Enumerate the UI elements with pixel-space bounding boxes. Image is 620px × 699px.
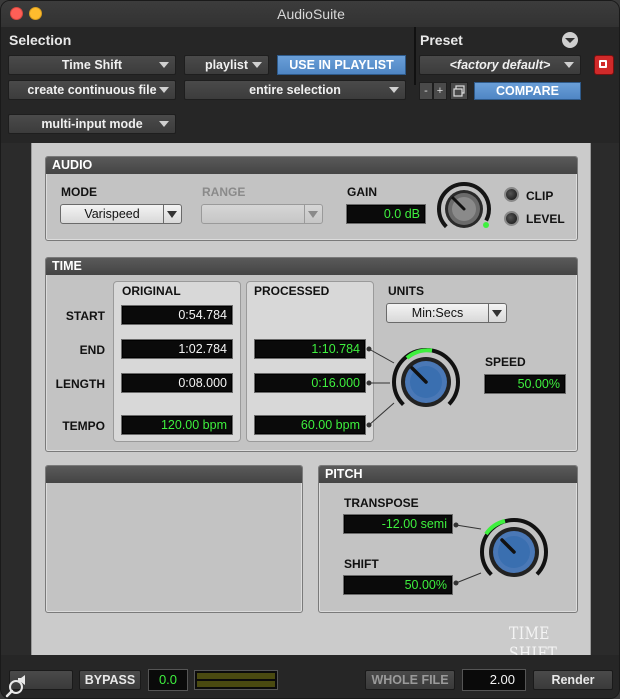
mode-dropdown[interactable]: Varispeed — [60, 204, 182, 224]
empty-group — [45, 465, 303, 613]
bypass-button[interactable]: BYPASS — [79, 670, 141, 690]
level-label: LEVEL — [526, 212, 565, 226]
processed-end-display[interactable]: 1:10.784 — [254, 339, 366, 359]
range-label: RANGE — [202, 185, 246, 199]
preset-menu-icon[interactable] — [562, 32, 578, 48]
units-value: Min:Secs — [411, 306, 464, 320]
chevron-down-icon — [159, 87, 169, 93]
tempo-label: TEMPO — [62, 419, 105, 433]
chevron-down-icon — [304, 205, 322, 223]
selection-mode-selector[interactable]: entire selection — [184, 80, 406, 100]
window-title: AudioSuite — [277, 6, 345, 22]
processed-label: PROCESSED — [254, 284, 330, 298]
shift-label: SHIFT — [344, 557, 379, 571]
chevron-down-icon — [163, 205, 181, 223]
length-label: LENGTH — [55, 377, 105, 391]
processed-length-display[interactable]: 0:16.000 — [254, 373, 366, 393]
empty-group-header — [46, 466, 302, 483]
start-label: START — [65, 309, 105, 323]
pitch-group-title: PITCH — [319, 466, 577, 483]
file-mode-selector[interactable]: create continuous file — [8, 80, 176, 100]
processed-tempo-display[interactable]: 60.00 bpm — [254, 415, 366, 435]
preset-label: Preset — [420, 32, 463, 48]
gain-knob[interactable] — [431, 179, 497, 235]
original-start-display[interactable]: 0:54.784 — [121, 305, 233, 325]
transpose-label: TRANSPOSE — [344, 496, 419, 510]
speed-label: SPEED — [485, 355, 526, 369]
header-divider — [414, 27, 416, 85]
plugin-right-margin — [591, 143, 619, 655]
level-meter — [194, 670, 278, 690]
chevron-down-icon — [252, 62, 262, 68]
search-icon[interactable] — [4, 677, 26, 699]
speed-knob[interactable] — [387, 344, 465, 418]
gain-display[interactable]: 0.0 dB — [346, 204, 426, 224]
record-stop-icon[interactable] — [594, 55, 614, 75]
original-length-display[interactable]: 0:08.000 — [121, 373, 233, 393]
transpose-display[interactable]: -12.00 semi — [343, 514, 453, 534]
file-mode-label: create continuous file — [27, 83, 157, 97]
plugin-selector-label: Time Shift — [61, 58, 123, 72]
chevron-down-icon — [488, 304, 506, 322]
range-dropdown[interactable] — [201, 204, 323, 224]
mode-label: MODE — [61, 185, 97, 199]
compare-button[interactable]: COMPARE — [474, 82, 581, 100]
level-display: 0.0 — [148, 669, 188, 691]
render-button[interactable]: Render — [533, 670, 613, 690]
preset-increment-button[interactable]: + — [433, 82, 447, 100]
clip-label: CLIP — [526, 189, 554, 203]
end-label: END — [79, 343, 105, 357]
shift-display[interactable]: 50.00% — [343, 575, 453, 595]
level-led — [504, 211, 519, 226]
playlist-selector[interactable]: playlist — [184, 55, 269, 75]
input-mode-selector[interactable]: multi-input mode — [8, 114, 176, 134]
handle-length-display[interactable]: 2.00 — [462, 669, 526, 691]
units-label: UNITS — [388, 284, 424, 298]
pitch-knob[interactable] — [475, 514, 553, 588]
speed-display[interactable]: 50.00% — [484, 374, 566, 394]
playlist-selector-label: playlist — [204, 58, 249, 72]
original-label: ORIGINAL — [122, 284, 181, 298]
chevron-down-icon — [389, 87, 399, 93]
chevron-down-icon — [564, 62, 574, 68]
selection-mode-label: entire selection — [249, 83, 341, 97]
audiosuite-window: AudioSuite Selection Preset Time Shift p… — [0, 0, 620, 699]
input-mode-label: multi-input mode — [41, 117, 143, 131]
preset-selector[interactable]: <factory default> — [419, 55, 581, 75]
units-dropdown[interactable]: Min:Secs — [386, 303, 507, 323]
chevron-down-icon — [159, 62, 169, 68]
use-in-playlist-button[interactable]: USE IN PLAYLIST — [277, 55, 406, 75]
plugin-selector[interactable]: Time Shift — [8, 55, 176, 75]
mode-value: Varispeed — [84, 207, 140, 221]
clip-led — [504, 187, 519, 202]
preset-name: <factory default> — [449, 58, 551, 72]
chevron-down-icon — [159, 121, 169, 127]
gain-label: GAIN — [347, 185, 377, 199]
selection-label: Selection — [9, 32, 72, 48]
preset-decrement-button[interactable]: - — [419, 82, 433, 100]
original-end-display[interactable]: 1:02.784 — [121, 339, 233, 359]
plugin-left-margin — [1, 143, 31, 655]
audio-group: AUDIO — [45, 156, 578, 241]
title-bar: AudioSuite — [1, 1, 619, 27]
audio-group-title: AUDIO — [46, 157, 577, 174]
copy-settings-icon[interactable] — [450, 82, 468, 100]
original-tempo-display[interactable]: 120.00 bpm — [121, 415, 233, 435]
whole-file-button[interactable]: WHOLE FILE — [365, 670, 455, 690]
time-group-title: TIME — [46, 258, 577, 275]
